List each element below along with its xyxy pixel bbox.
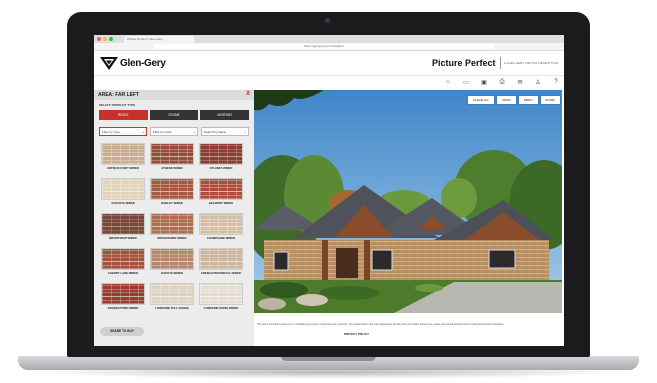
- toolbar-icons: ⌂ ▭ ▣ ⎙ ✉ ♙ ?: [444, 78, 560, 86]
- search-icon: ⌕: [244, 130, 246, 134]
- swatch-label: CHERRY LANE WIRED: [107, 271, 139, 275]
- swatch-image: [150, 178, 194, 200]
- swatch-image: [199, 248, 243, 270]
- swatch-label: BELMONT WIRED: [209, 201, 233, 205]
- zoom-button[interactable]: ZOOM: [540, 96, 560, 104]
- header-divider: [500, 57, 501, 69]
- swatch-label: ATHENS WIRED: [161, 166, 183, 170]
- swatch-label: BROOKSHIRE WIRED: [157, 236, 187, 240]
- filter-by-type-dropdown[interactable]: Filter by Type +: [99, 127, 147, 136]
- user-icon[interactable]: ♙: [534, 78, 542, 86]
- clear-all-button[interactable]: CLEAR ALL: [468, 96, 495, 104]
- logo-mark-icon: [100, 56, 118, 70]
- app-tagline: A GLEN-GERY VIRTUAL DESIGN TOOL: [504, 61, 559, 65]
- minimize-window-icon[interactable]: [103, 37, 107, 41]
- swatch-image: [150, 143, 194, 165]
- swatch-label: DAKOTA WIRED: [161, 271, 183, 275]
- swatch-item[interactable]: CHERRY LANE WIRED: [101, 248, 145, 280]
- email-icon[interactable]: ✉: [516, 78, 524, 86]
- share-to-buy-button[interactable]: SHARE TO BUY: [100, 327, 144, 336]
- swatch-image: [150, 283, 194, 305]
- plus-icon: +: [142, 130, 144, 134]
- swatch-label: ATLANTA WIRED: [209, 166, 233, 170]
- help-icon[interactable]: ?: [552, 78, 560, 86]
- app-header: Glen-Gery Picture Perfect A GLEN-GERY VI…: [94, 51, 564, 76]
- logo-text: Glen-Gery: [120, 57, 166, 69]
- swatch-grid: ANTIQUE IVORY WIRED ATHENS WIRED ATLANTA W…: [101, 143, 249, 315]
- area-title: AREA: FAR LEFT: [98, 92, 140, 98]
- disclaimer-text: This tool is intended to assist you in v…: [256, 323, 505, 326]
- swatch-item[interactable]: BROOKSHIRE WIRED: [150, 213, 194, 245]
- print-icon[interactable]: ⎙: [498, 78, 506, 86]
- camera-icon: [325, 18, 330, 23]
- swatch-label: AUGUSTA WIRED: [111, 201, 135, 205]
- swatch-image: [101, 143, 145, 165]
- panel-header: AREA: FAR LEFT X: [94, 90, 254, 100]
- swatch-image: [199, 283, 243, 305]
- glen-gery-logo[interactable]: Glen-Gery: [100, 56, 166, 70]
- filter-by-color-label: Filter by Color: [153, 130, 172, 134]
- swatch-item[interactable]: LORRAINE FULL RANGE: [150, 283, 194, 315]
- swatch-item[interactable]: FRENCH PROVINCIAL WIRED: [199, 248, 243, 280]
- swatch-item[interactable]: CHAMPAGNE WIRED: [199, 213, 243, 245]
- url-field[interactable]: https://glengery.com/visualizer: [154, 44, 494, 49]
- folder-icon[interactable]: ▭: [462, 78, 470, 86]
- swatch-item[interactable]: ANTIQUE IVORY WIRED: [101, 143, 145, 175]
- swatch-item[interactable]: BARLEY WIRED: [150, 178, 194, 210]
- swatch-image: [101, 213, 145, 235]
- swatch-image: [150, 213, 194, 235]
- swatch-image: [199, 213, 243, 235]
- redo-button[interactable]: REDO: [518, 96, 538, 104]
- swatch-item[interactable]: ATHENS WIRED: [150, 143, 194, 175]
- swatch-image: [199, 178, 243, 200]
- swatch-image: [150, 248, 194, 270]
- close-icon[interactable]: X: [246, 91, 250, 97]
- product-panel: AREA: FAR LEFT X SELECT PRODUCT TYPE BRI…: [94, 90, 254, 346]
- laptop-screen: Picture Perfect | Glen-Gery https://glen…: [94, 35, 564, 346]
- browser-tabbar: Picture Perfect | Glen-Gery: [94, 35, 564, 43]
- swatch-label: CHAMPAGNE WIRED: [206, 236, 236, 240]
- close-window-icon[interactable]: [97, 37, 101, 41]
- swatch-item[interactable]: LORRAINE WHITE WIRED: [199, 283, 243, 315]
- swatch-image: [101, 283, 145, 305]
- house-illustration: [254, 90, 562, 313]
- house-preview-image[interactable]: [254, 90, 562, 313]
- address-bar: https://glengery.com/visualizer: [94, 43, 564, 51]
- swatch-label: FRENCH PROVINCIAL WIRED: [201, 271, 241, 275]
- home-icon[interactable]: ⌂: [444, 78, 452, 86]
- swatch-item[interactable]: BELMONT WIRED: [199, 178, 243, 210]
- filter-row: Filter by Type + Filter by Color + Searc…: [99, 127, 249, 136]
- search-by-name-input[interactable]: Search by Name ⌕: [201, 127, 249, 136]
- swatch-item[interactable]: ATLANTA WIRED: [199, 143, 243, 175]
- swatch-item[interactable]: DAKOTA WIRED: [150, 248, 194, 280]
- view-controls: CLEAR ALL UNDO REDO ZOOM: [468, 96, 560, 104]
- swatch-label: LORRAINE WHITE WIRED: [203, 306, 239, 310]
- swatch-label: ANTIQUE IVORY WIRED: [106, 166, 139, 170]
- tab-stone[interactable]: STONE: [149, 110, 199, 120]
- swatch-label: LORRAINE FULL RANGE: [155, 306, 189, 310]
- search-by-name-label: Search by Name: [204, 130, 227, 134]
- maximize-window-icon[interactable]: [109, 37, 113, 41]
- browser-tab[interactable]: Picture Perfect | Glen-Gery: [124, 36, 194, 43]
- swatch-item[interactable]: GEORGETOWN WIRED: [101, 283, 145, 315]
- swatch-image: [199, 143, 243, 165]
- swatch-image: [101, 248, 145, 270]
- app-title: Picture Perfect: [432, 58, 496, 68]
- swatch-item[interactable]: BROOKVIEW WIRED: [101, 213, 145, 245]
- tab-mortar[interactable]: MORTAR: [200, 110, 250, 120]
- product-type-tabs: BRICK STONE MORTAR: [99, 110, 250, 120]
- swatch-image: [101, 178, 145, 200]
- tab-brick[interactable]: BRICK: [99, 110, 148, 120]
- privacy-policy-link[interactable]: PRIVACY POLICY: [344, 332, 369, 336]
- filter-by-color-dropdown[interactable]: Filter by Color +: [150, 127, 198, 136]
- swatch-label: GEORGETOWN WIRED: [107, 306, 139, 310]
- swatch-label: BROOKVIEW WIRED: [109, 236, 137, 240]
- undo-button[interactable]: UNDO: [497, 96, 516, 104]
- plus-icon: +: [193, 130, 195, 134]
- save-icon[interactable]: ▣: [480, 78, 488, 86]
- select-product-label: SELECT PRODUCT TYPE: [99, 103, 136, 107]
- swatch-label: BARLEY WIRED: [161, 201, 183, 205]
- swatch-item[interactable]: AUGUSTA WIRED: [101, 178, 145, 210]
- filter-by-type-label: Filter by Type: [102, 130, 120, 134]
